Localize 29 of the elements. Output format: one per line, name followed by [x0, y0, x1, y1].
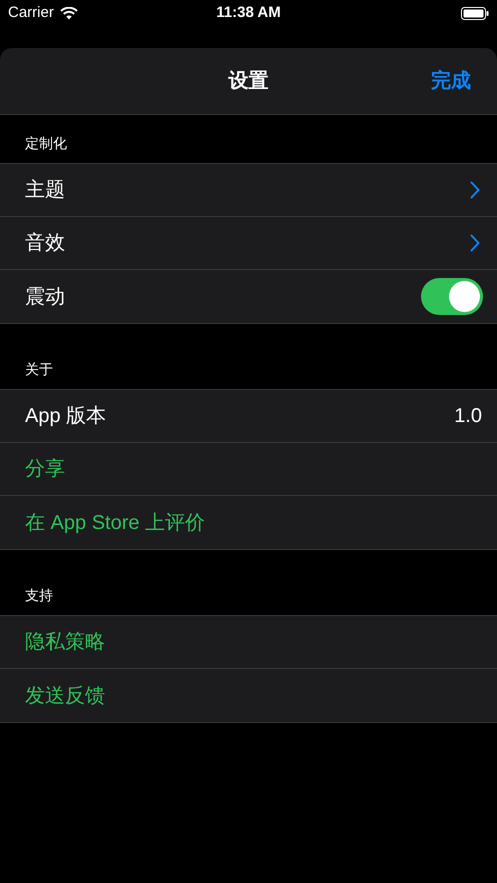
chevron-right-icon — [470, 234, 480, 252]
section-header: 关于 — [25, 360, 53, 379]
settings-row[interactable]: 震动 — [0, 270, 497, 323]
settings-row[interactable]: 发送反馈 — [0, 669, 497, 722]
row-label: App 版本 — [25, 404, 106, 429]
section-header: 定制化 — [25, 134, 67, 153]
carrier-name: Carrier — [8, 2, 54, 23]
wifi-icon — [60, 6, 78, 20]
settings-row[interactable]: 在 App Store 上评价 — [0, 496, 497, 549]
row-label: 主题 — [25, 178, 65, 203]
row-label: 隐私策略 — [25, 630, 105, 655]
battery-icon — [460, 6, 489, 20]
row-label: 分享 — [25, 457, 65, 482]
done-button[interactable]: 完成 — [411, 66, 471, 96]
row-label: 音效 — [25, 231, 65, 256]
row-label: 发送反馈 — [25, 684, 105, 708]
status-time: 11:38 AM — [216, 2, 281, 23]
section-header: 支持 — [25, 586, 53, 605]
settings-row[interactable]: 隐私策略 — [0, 616, 497, 669]
row-label: 震动 — [25, 284, 65, 310]
nav-title: 设置 — [228, 69, 268, 94]
settings-row[interactable]: 主题 — [0, 164, 497, 217]
chevron-right-icon — [470, 181, 480, 199]
settings-row[interactable]: App 版本 1.0 — [0, 390, 497, 443]
toggle-switch[interactable] — [421, 278, 483, 315]
version-value: 1.0 — [454, 404, 482, 429]
settings-row[interactable]: 音效 — [0, 217, 497, 270]
row-label: 在 App Store 上评价 — [25, 510, 206, 536]
settings-row[interactable]: 分享 — [0, 443, 497, 496]
